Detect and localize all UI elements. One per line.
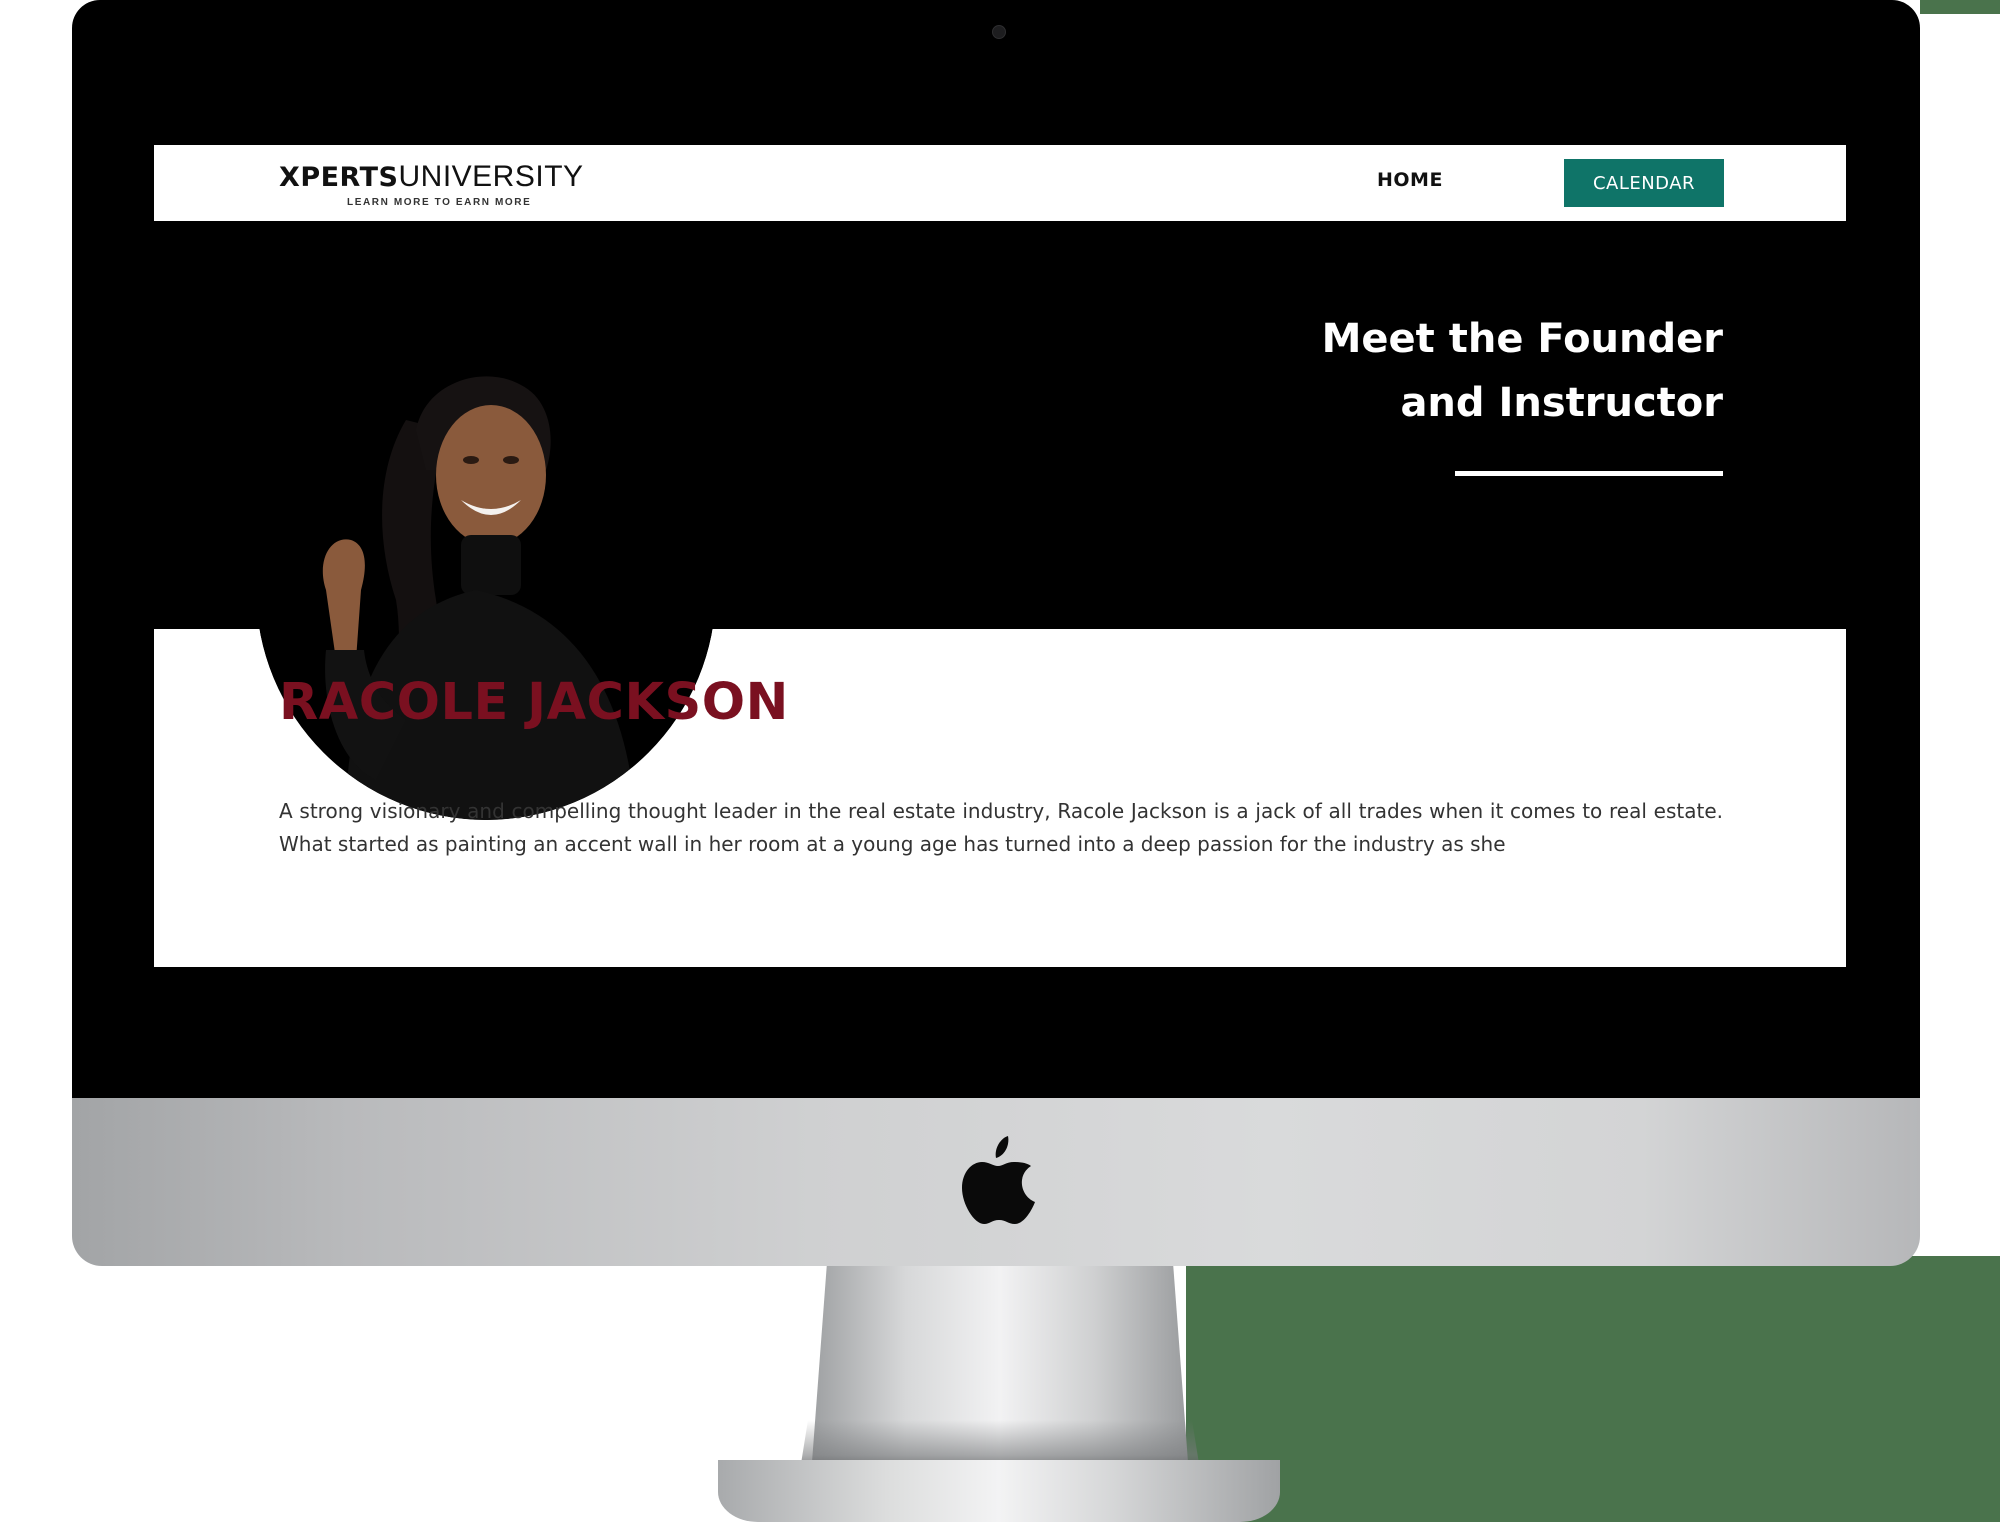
hero-divider	[1455, 471, 1723, 476]
background-accent-top	[1920, 0, 2000, 14]
hero-title-line-2: and Instructor	[1400, 380, 1723, 426]
hero-title-line-1: Meet the Founder	[1321, 316, 1723, 362]
camera-icon	[992, 25, 1006, 39]
founder-portrait	[256, 360, 716, 820]
brand-wordmark: XPERTSUNIVERSITY	[279, 159, 584, 196]
imac-stand-base	[718, 1460, 1280, 1522]
brand-tagline: LEARN MORE TO EARN MORE	[347, 197, 532, 208]
apple-logo-icon	[960, 1132, 1040, 1228]
background-accent-bottom	[1186, 1256, 2000, 1522]
brand-name-light: UNIVERSITY	[398, 160, 584, 193]
calendar-button[interactable]: CALENDAR	[1564, 159, 1724, 207]
website-viewport: XPERTSUNIVERSITY LEARN MORE TO EARN MORE…	[154, 145, 1846, 967]
site-header: XPERTSUNIVERSITY LEARN MORE TO EARN MORE…	[154, 145, 1846, 221]
brand-logo[interactable]: XPERTSUNIVERSITY LEARN MORE TO EARN MORE	[279, 159, 619, 209]
brand-name-bold: XPERTS	[279, 162, 399, 193]
founder-bio: A strong visionary and compelling though…	[279, 799, 1723, 856]
nav-home-link[interactable]: HOME	[1377, 169, 1443, 191]
screen: XPERTSUNIVERSITY LEARN MORE TO EARN MORE…	[154, 79, 1846, 1032]
founder-name: RACOLE JACKSON	[279, 673, 789, 732]
hero-title: Meet the Founder and Instructor	[1123, 307, 1723, 435]
